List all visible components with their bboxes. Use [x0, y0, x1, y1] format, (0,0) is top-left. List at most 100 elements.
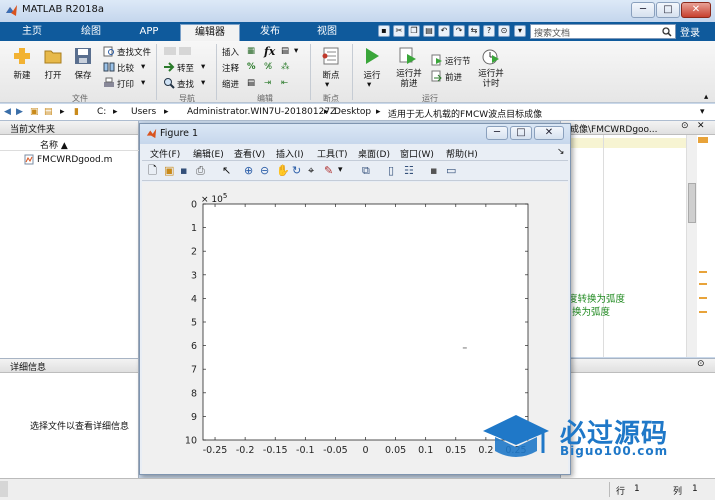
warning-marker-icon[interactable] [699, 297, 707, 299]
path-segment-project[interactable]: 适用于无人机载的FMCW波点目标成像 [388, 107, 542, 120]
run-section-button[interactable]: 运行节 [445, 55, 471, 67]
open-file-icon[interactable]: ▣ [164, 164, 177, 177]
help-quick-icon[interactable]: ? [483, 25, 495, 37]
figure-minimize-button[interactable]: ─ [486, 126, 508, 140]
wrap-comments-icon[interactable]: ⁂ [281, 62, 290, 72]
path-segment-desktop[interactable]: Desktop [334, 107, 371, 117]
close-button[interactable]: ✕ [681, 2, 711, 18]
run-button[interactable]: 运行 [356, 69, 388, 81]
tab-publish[interactable]: 发布 [244, 24, 296, 41]
figure-menu-edit[interactable]: 编辑(E) [193, 147, 224, 160]
increase-indent-icon[interactable]: ⇥ [264, 78, 271, 88]
path-dropdown-icon[interactable]: ▾ [700, 107, 705, 117]
breakpoints-icon[interactable] [321, 46, 341, 66]
maximize-button[interactable]: □ [656, 2, 680, 18]
breakpoints-button[interactable]: 断点 [314, 69, 348, 81]
collapse-ribbon-icon[interactable]: ▴ [704, 92, 708, 102]
figure-menu-view[interactable]: 查看(V) [234, 147, 265, 160]
warning-marker-icon[interactable] [699, 311, 707, 313]
comment-percent-icon[interactable]: % [247, 62, 256, 72]
tab-apps[interactable]: APP [122, 24, 176, 41]
save-button[interactable]: 保存 [67, 69, 99, 81]
login-link[interactable]: 登录 [680, 24, 700, 39]
goto-button[interactable]: 转至 [177, 62, 194, 74]
new-figure-icon[interactable]: 🗋 [148, 164, 161, 177]
undo-quick-icon[interactable]: ↶ [438, 25, 450, 37]
insert-function-icon[interactable]: ▤ [281, 46, 289, 56]
figure-close-button[interactable]: ✕ [534, 126, 564, 140]
insert-legend-icon[interactable]: ☷ [404, 164, 417, 177]
warning-marker-icon[interactable] [699, 283, 707, 285]
path-root-arrow-icon[interactable]: ▸ [60, 107, 65, 117]
figure-menu-help[interactable]: 帮助(H) [446, 147, 478, 160]
find-files-button[interactable]: 查找文件 [117, 46, 151, 58]
print-button[interactable]: 打印 [117, 78, 134, 90]
advance-button[interactable]: 前进 [445, 71, 462, 83]
link-plot-icon[interactable]: ⧉ [362, 164, 375, 177]
status-bar-grip[interactable] [0, 481, 8, 497]
insert-dropdown-icon[interactable]: ▾ [294, 46, 298, 56]
figure-menu-insert[interactable]: 插入(I) [276, 147, 304, 160]
plot-area[interactable] [202, 203, 529, 441]
figure-menu-window[interactable]: 窗口(W) [400, 147, 434, 160]
brush-icon[interactable]: ✎ [324, 164, 337, 177]
figure-maximize-button[interactable]: □ [510, 126, 532, 140]
quick-access-menu-icon[interactable]: ▾ [514, 25, 526, 37]
path-segment-admin[interactable]: Administrator.WIN7U-20180127Z [187, 107, 336, 117]
smart-indent-icon[interactable]: ▤ [247, 78, 255, 88]
brush-dropdown-icon[interactable]: ▾ [338, 164, 351, 177]
tab-view[interactable]: 视图 [300, 24, 354, 41]
search-documentation-input[interactable]: 搜索文档 [530, 24, 676, 39]
decrease-indent-icon[interactable]: ⇤ [281, 78, 288, 88]
open-folder-icon[interactable] [43, 46, 63, 66]
print-figure-icon[interactable]: ⎙ [196, 164, 209, 177]
insert-button[interactable]: 插入 [222, 46, 239, 58]
editor-scrollbar[interactable] [686, 135, 697, 357]
data-cursor-icon[interactable]: ⌖ [308, 164, 321, 177]
breakpoints-dropdown-icon[interactable]: ▾ [325, 80, 329, 90]
find-dropdown-icon[interactable]: ▾ [201, 78, 205, 88]
find-button[interactable]: 查找 [177, 78, 194, 90]
browse-folder-icon[interactable]: ▤ [44, 107, 53, 117]
zoom-in-icon[interactable]: ⊕ [244, 164, 257, 177]
expand-quick-icon[interactable]: ⊙ [498, 25, 510, 37]
run-and-time-button[interactable]: 运行并 计时 [473, 69, 509, 89]
editor-close-icon[interactable]: ✕ [697, 121, 705, 131]
list-item[interactable]: FMCWRDgood.m [0, 152, 139, 168]
up-folder-icon[interactable]: ▣ [30, 107, 39, 117]
new-button[interactable]: 新建 [6, 69, 38, 81]
path-segment-users[interactable]: Users [131, 107, 156, 117]
run-dropdown-icon[interactable]: ▾ [367, 80, 371, 90]
fx-button[interactable]: fx [264, 45, 275, 58]
uncomment-icon[interactable]: %̸ [264, 62, 272, 72]
save-figure-icon[interactable]: ▪ [180, 164, 193, 177]
print-dropdown-icon[interactable]: ▾ [141, 78, 145, 88]
new-icon[interactable] [12, 46, 32, 66]
tab-editor[interactable]: 编辑器 [180, 24, 240, 41]
figure-menu-dock-icon[interactable]: ↘ [557, 147, 565, 157]
indent-button[interactable]: 缩进 [222, 78, 239, 90]
run-and-time-icon[interactable] [481, 46, 501, 66]
run-advance-icon[interactable] [398, 46, 418, 66]
warning-marker-icon[interactable] [699, 271, 707, 273]
figure-menu-file[interactable]: 文件(F) [150, 147, 180, 160]
tab-plots[interactable]: 绘图 [64, 24, 118, 41]
copy-quick-icon[interactable]: ❐ [408, 25, 420, 37]
cut-quick-icon[interactable]: ✂ [393, 25, 405, 37]
compare-dropdown-icon[interactable]: ▾ [141, 62, 145, 72]
paste-quick-icon[interactable]: ▤ [423, 25, 435, 37]
goto-dropdown-icon[interactable]: ▾ [201, 62, 205, 72]
back-forward-icon[interactable] [163, 45, 193, 57]
save-icon[interactable] [73, 46, 93, 66]
pan-hand-icon[interactable]: ✋ [276, 164, 290, 177]
run-advance-button[interactable]: 运行并 前进 [392, 69, 426, 89]
back-arrow-icon[interactable]: ◀ [4, 107, 11, 117]
name-column-header[interactable]: 名称 ▲ [40, 138, 68, 151]
zoom-out-icon[interactable]: ⊖ [260, 164, 273, 177]
save-quick-icon[interactable]: ▪ [378, 25, 390, 37]
compare-button[interactable]: 比较 [117, 62, 134, 74]
comment-button[interactable]: 注释 [222, 62, 239, 74]
insert-section-icon[interactable]: ▦ [247, 46, 255, 56]
editor-scroll-thumb[interactable] [688, 183, 696, 223]
pointer-icon[interactable]: ↖ [222, 164, 235, 177]
